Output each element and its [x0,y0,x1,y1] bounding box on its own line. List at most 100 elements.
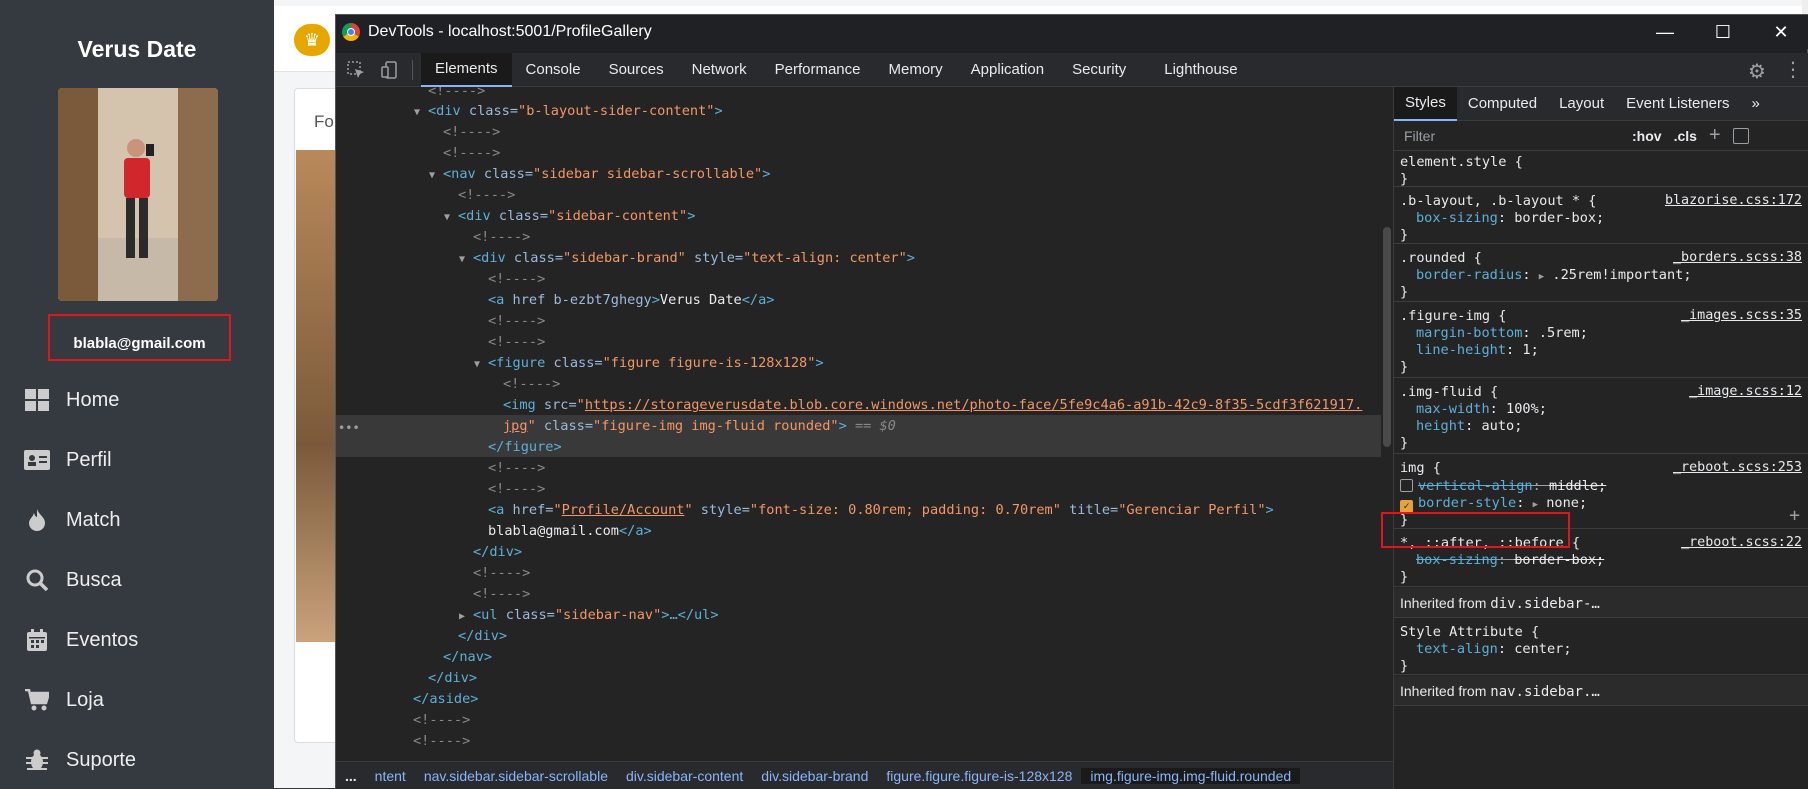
dom-line[interactable]: <!----> [488,458,545,479]
nav-item-suporte[interactable]: Suporte [0,738,274,782]
dom-line[interactable]: </aside> [413,689,478,710]
tab-performance[interactable]: Performance [761,53,875,87]
dom-line[interactable]: </figure> [488,437,562,458]
dom-line[interactable]: <!----> [488,332,545,353]
dom-line[interactable]: <!----> [488,269,545,290]
nav-item-busca[interactable]: Busca [0,558,274,602]
dom-line[interactable]: <!----> [428,87,485,102]
css-property-overridden[interactable]: box-sizing [1416,552,1498,568]
node-actions-icon[interactable]: ••• [338,421,360,435]
minimize-button[interactable]: — [1636,15,1694,49]
maximize-button[interactable]: ☐ [1694,15,1752,49]
dom-line[interactable]: <!----> [473,584,530,605]
rule-source-link[interactable]: _images.scss:35 [1681,307,1802,325]
breadcrumb-item[interactable]: div.sidebar-brand [752,768,877,784]
css-property[interactable]: border-style [1418,495,1516,511]
css-value[interactable]: .5rem; [1539,325,1588,341]
dom-line[interactable]: ▶ <ul class="sidebar-nav">…</ul> [459,605,719,626]
css-property[interactable]: height [1416,418,1465,434]
tab-computed[interactable]: Computed [1457,87,1548,121]
css-property-disabled[interactable]: vertical-align [1418,478,1533,494]
css-rule[interactable]: .rounded { _borders.scss:38 border-radiu… [1394,245,1808,302]
dom-line[interactable]: </nav> [443,647,492,668]
settings-gear-icon[interactable]: ⚙ [1748,59,1766,84]
css-value-overridden[interactable]: border-box; [1514,552,1604,568]
breadcrumb-item[interactable]: figure.figure.figure-is-128x128 [877,768,1081,784]
css-rule[interactable]: .figure-img { _images.scss:35 margin-bot… [1394,303,1808,378]
new-rule-plus-icon[interactable]: + [1709,124,1721,147]
css-property[interactable]: box-sizing [1416,210,1498,226]
rule-source-link[interactable]: _image.scss:12 [1689,383,1802,401]
dom-line[interactable]: <!----> [443,122,500,143]
tab-console[interactable]: Console [512,53,595,87]
dom-line[interactable]: <!----> [503,374,560,395]
more-options-icon[interactable]: ⋮ [1783,57,1803,82]
inherited-node-link[interactable]: nav.sidebar.… [1490,684,1600,700]
more-tabs-chevron-icon[interactable]: » [1741,87,1771,121]
toggle-sidebar-icon[interactable] [1732,127,1749,144]
css-rule[interactable]: element.style { } [1394,151,1808,187]
tab-network[interactable]: Network [678,53,761,87]
dom-line[interactable]: <a href="Profile/Account" style="font-si… [488,500,1274,521]
tab-styles[interactable]: Styles [1394,86,1457,121]
close-button[interactable]: ✕ [1752,15,1808,49]
css-property[interactable]: line-height [1416,342,1506,358]
inherited-node-link[interactable]: div.sidebar-… [1490,596,1600,612]
dom-line[interactable]: </div> [473,542,522,563]
nav-item-eventos[interactable]: Eventos [0,618,274,662]
dom-line[interactable]: ▼ <div class="b-layout-sider-content"> [414,101,723,122]
dom-line-selected[interactable]: jpg" class="figure-img img-fluid rounded… [503,416,896,437]
css-value[interactable]: border-box; [1514,210,1604,226]
property-checkbox-unchecked[interactable] [1400,479,1413,492]
dom-line[interactable]: ▼ <figure class="figure figure-is-128x128… [474,353,824,374]
tab-layout[interactable]: Layout [1548,87,1615,121]
css-value[interactable]: auto; [1481,418,1522,434]
inspect-element-icon[interactable] [342,56,370,84]
dom-line[interactable]: ▼ <div class="sidebar-brand" style="text-… [459,248,915,269]
nav-item-loja[interactable]: Loja [0,678,274,722]
css-value[interactable]: center; [1514,641,1571,657]
tab-elements[interactable]: Elements [421,52,512,87]
css-rule[interactable]: Style Attribute { text-align: center; } [1394,619,1808,675]
css-value[interactable]: 1; [1522,342,1538,358]
css-property[interactable]: max-width [1416,401,1490,417]
dom-line[interactable]: <!----> [473,227,530,248]
crown-icon[interactable]: ♛ [294,24,330,56]
nav-item-perfil[interactable]: Perfil [0,438,274,482]
tab-memory[interactable]: Memory [875,53,957,87]
cls-toggle[interactable]: .cls [1674,128,1697,144]
css-rule[interactable]: .img-fluid { _image.scss:12 max-width: 1… [1394,379,1808,454]
css-rule[interactable]: .b-layout, .b-layout * { blazorise.css:1… [1394,188,1808,244]
css-property[interactable]: margin-bottom [1416,325,1522,341]
breadcrumb-item-active[interactable]: img.figure-img.img-fluid.rounded [1081,767,1301,784]
css-property[interactable]: border-radius [1416,267,1522,283]
dom-line[interactable]: </div> [428,668,477,689]
add-property-plus-icon[interactable]: + [1789,505,1800,526]
rule-source-link[interactable]: _reboot.scss:22 [1681,534,1802,552]
dom-line[interactable]: ▼ <nav class="sidebar sidebar-scrollable"… [429,164,770,185]
user-email-link[interactable]: blabla@gmail.com [48,335,231,352]
breadcrumb-item[interactable]: div.sidebar-content [617,768,752,784]
dom-line[interactable]: <!----> [488,479,545,500]
tab-sources[interactable]: Sources [595,53,678,87]
elements-scrollbar[interactable] [1381,87,1393,761]
tab-application[interactable]: Application [957,53,1058,87]
devtools-titlebar[interactable]: DevTools - localhost:5001/ProfileGallery… [336,15,1808,49]
dom-line[interactable]: ▼ <div class="sidebar-content"> [444,206,695,227]
dom-line[interactable]: <!----> [443,143,500,164]
rule-source-link[interactable]: _reboot.scss:253 [1673,459,1802,477]
nav-item-home[interactable]: Home [0,378,274,422]
tab-lighthouse[interactable]: Lighthouse [1150,53,1251,87]
tab-event-listeners[interactable]: Event Listeners [1615,87,1740,121]
styles-filter-input[interactable] [1400,124,1620,147]
hov-toggle[interactable]: :hov [1632,128,1662,144]
brand-title[interactable]: Verus Date [0,36,274,63]
dom-line[interactable]: </div> [458,626,507,647]
breadcrumb-overflow[interactable]: ... [336,768,366,784]
dom-line[interactable]: <!----> [413,710,470,731]
css-value[interactable]: none; [1546,495,1587,511]
dom-line[interactable]: <!----> [413,731,470,752]
css-value[interactable]: .25rem!important; [1552,267,1691,283]
scrollbar-thumb[interactable] [1383,227,1391,447]
dom-line-selected[interactable]: <img src="https://storageverusdate.blob.… [503,395,1362,416]
